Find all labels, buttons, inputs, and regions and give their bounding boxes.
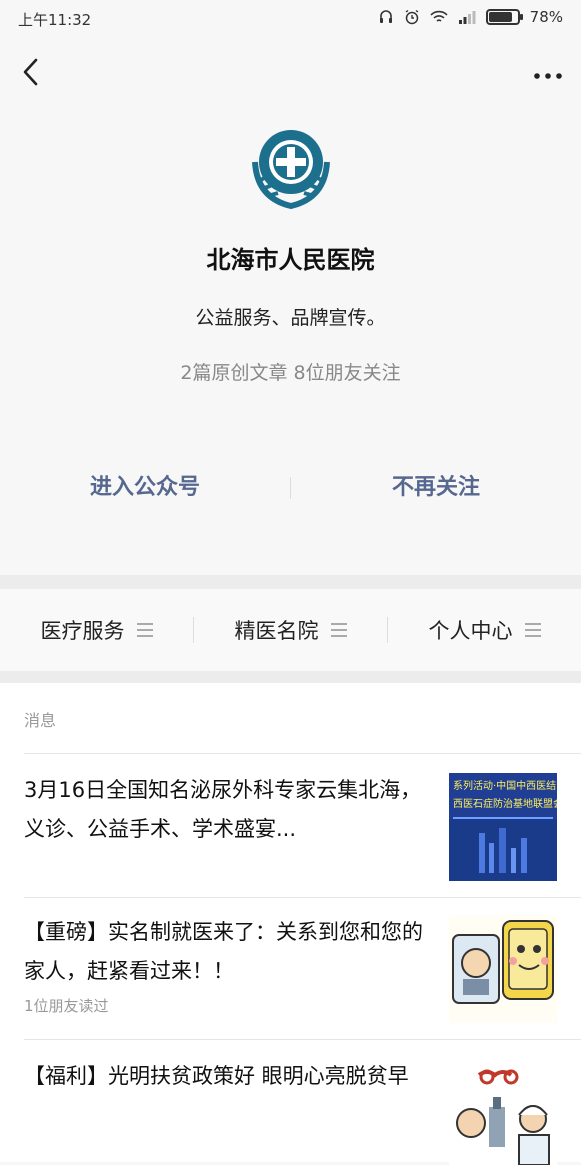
account-stats[interactable]: 2篇原创文章 8位朋友关注: [0, 358, 581, 385]
menu-item-personal-center[interactable]: 个人中心: [388, 615, 581, 645]
messages-section: 消息 3月16日全国知名泌尿外科专家云集北海，义诊、公益手术、学术盛宴... 系…: [0, 683, 581, 1165]
svg-text:系列活动·中国中西医结合泌: 系列活动·中国中西医结合泌: [453, 779, 557, 792]
account-description: 公益服务、品牌宣传。: [195, 307, 386, 329]
status-time: 上午11:32: [18, 11, 92, 29]
more-button[interactable]: [533, 58, 563, 88]
menu-list-icon: [330, 623, 347, 637]
battery-icon: [485, 9, 523, 25]
wifi-icon: [430, 10, 448, 22]
back-button[interactable]: [14, 54, 50, 90]
signal-icon: [458, 11, 476, 24]
headphone-icon: [379, 10, 392, 23]
message-thumbnail[interactable]: [449, 1057, 557, 1165]
account-name: 北海市人民医院: [206, 246, 375, 274]
message-title: 【重磅】实名制就医来了：关系到您和您的家人，赶紧看过来！！: [24, 920, 423, 983]
chevron-left-icon: [23, 58, 38, 86]
message-title: 3月16日全国知名泌尿外科专家云集北海，义诊、公益手术、学术盛宴...: [24, 778, 422, 841]
message-thumbnail[interactable]: 系列活动·中国中西医结合泌 西医石症防治基地联盟会: [449, 773, 557, 881]
menu-item-famous-hospital[interactable]: 精医名院: [194, 615, 387, 645]
battery-percent: 78%: [529, 8, 563, 26]
more-dots-icon: [534, 73, 562, 79]
svg-text:西医石症防治基地联盟会: 西医石症防治基地联盟会: [453, 797, 557, 810]
message-title: 【福利】光明扶贫政策好 眼明心亮脱贫早: [24, 1064, 409, 1088]
menu-list-icon: [136, 623, 153, 637]
menu-list-icon: [524, 623, 541, 637]
account-actions: 进入公众号 不再关注: [0, 460, 581, 516]
unfollow-button[interactable]: 不再关注: [291, 460, 581, 516]
divider: [24, 897, 581, 898]
message-thumbnail[interactable]: [449, 915, 557, 1023]
status-icons: 78%: [378, 8, 563, 26]
hospital-logo: [241, 120, 341, 220]
divider: [24, 1039, 581, 1040]
top-nav: [0, 40, 581, 104]
section-divider: [0, 575, 581, 589]
menu-label: 精医名院: [234, 619, 319, 643]
section-divider: [0, 671, 581, 683]
divider: [24, 753, 581, 754]
menu-label: 个人中心: [428, 619, 513, 643]
status-bar: 上午11:32 78%: [0, 0, 581, 36]
enter-account-button[interactable]: 进入公众号: [0, 460, 290, 516]
account-profile: 北海市人民医院 公益服务、品牌宣传。 2篇原创文章 8位朋友关注: [0, 120, 581, 385]
account-menu: 医疗服务 精医名院 个人中心: [0, 589, 581, 671]
alarm-icon: [405, 9, 419, 25]
menu-label: 医疗服务: [40, 619, 125, 643]
messages-header: 消息: [24, 711, 57, 730]
menu-item-medical-service[interactable]: 医疗服务: [0, 615, 193, 645]
